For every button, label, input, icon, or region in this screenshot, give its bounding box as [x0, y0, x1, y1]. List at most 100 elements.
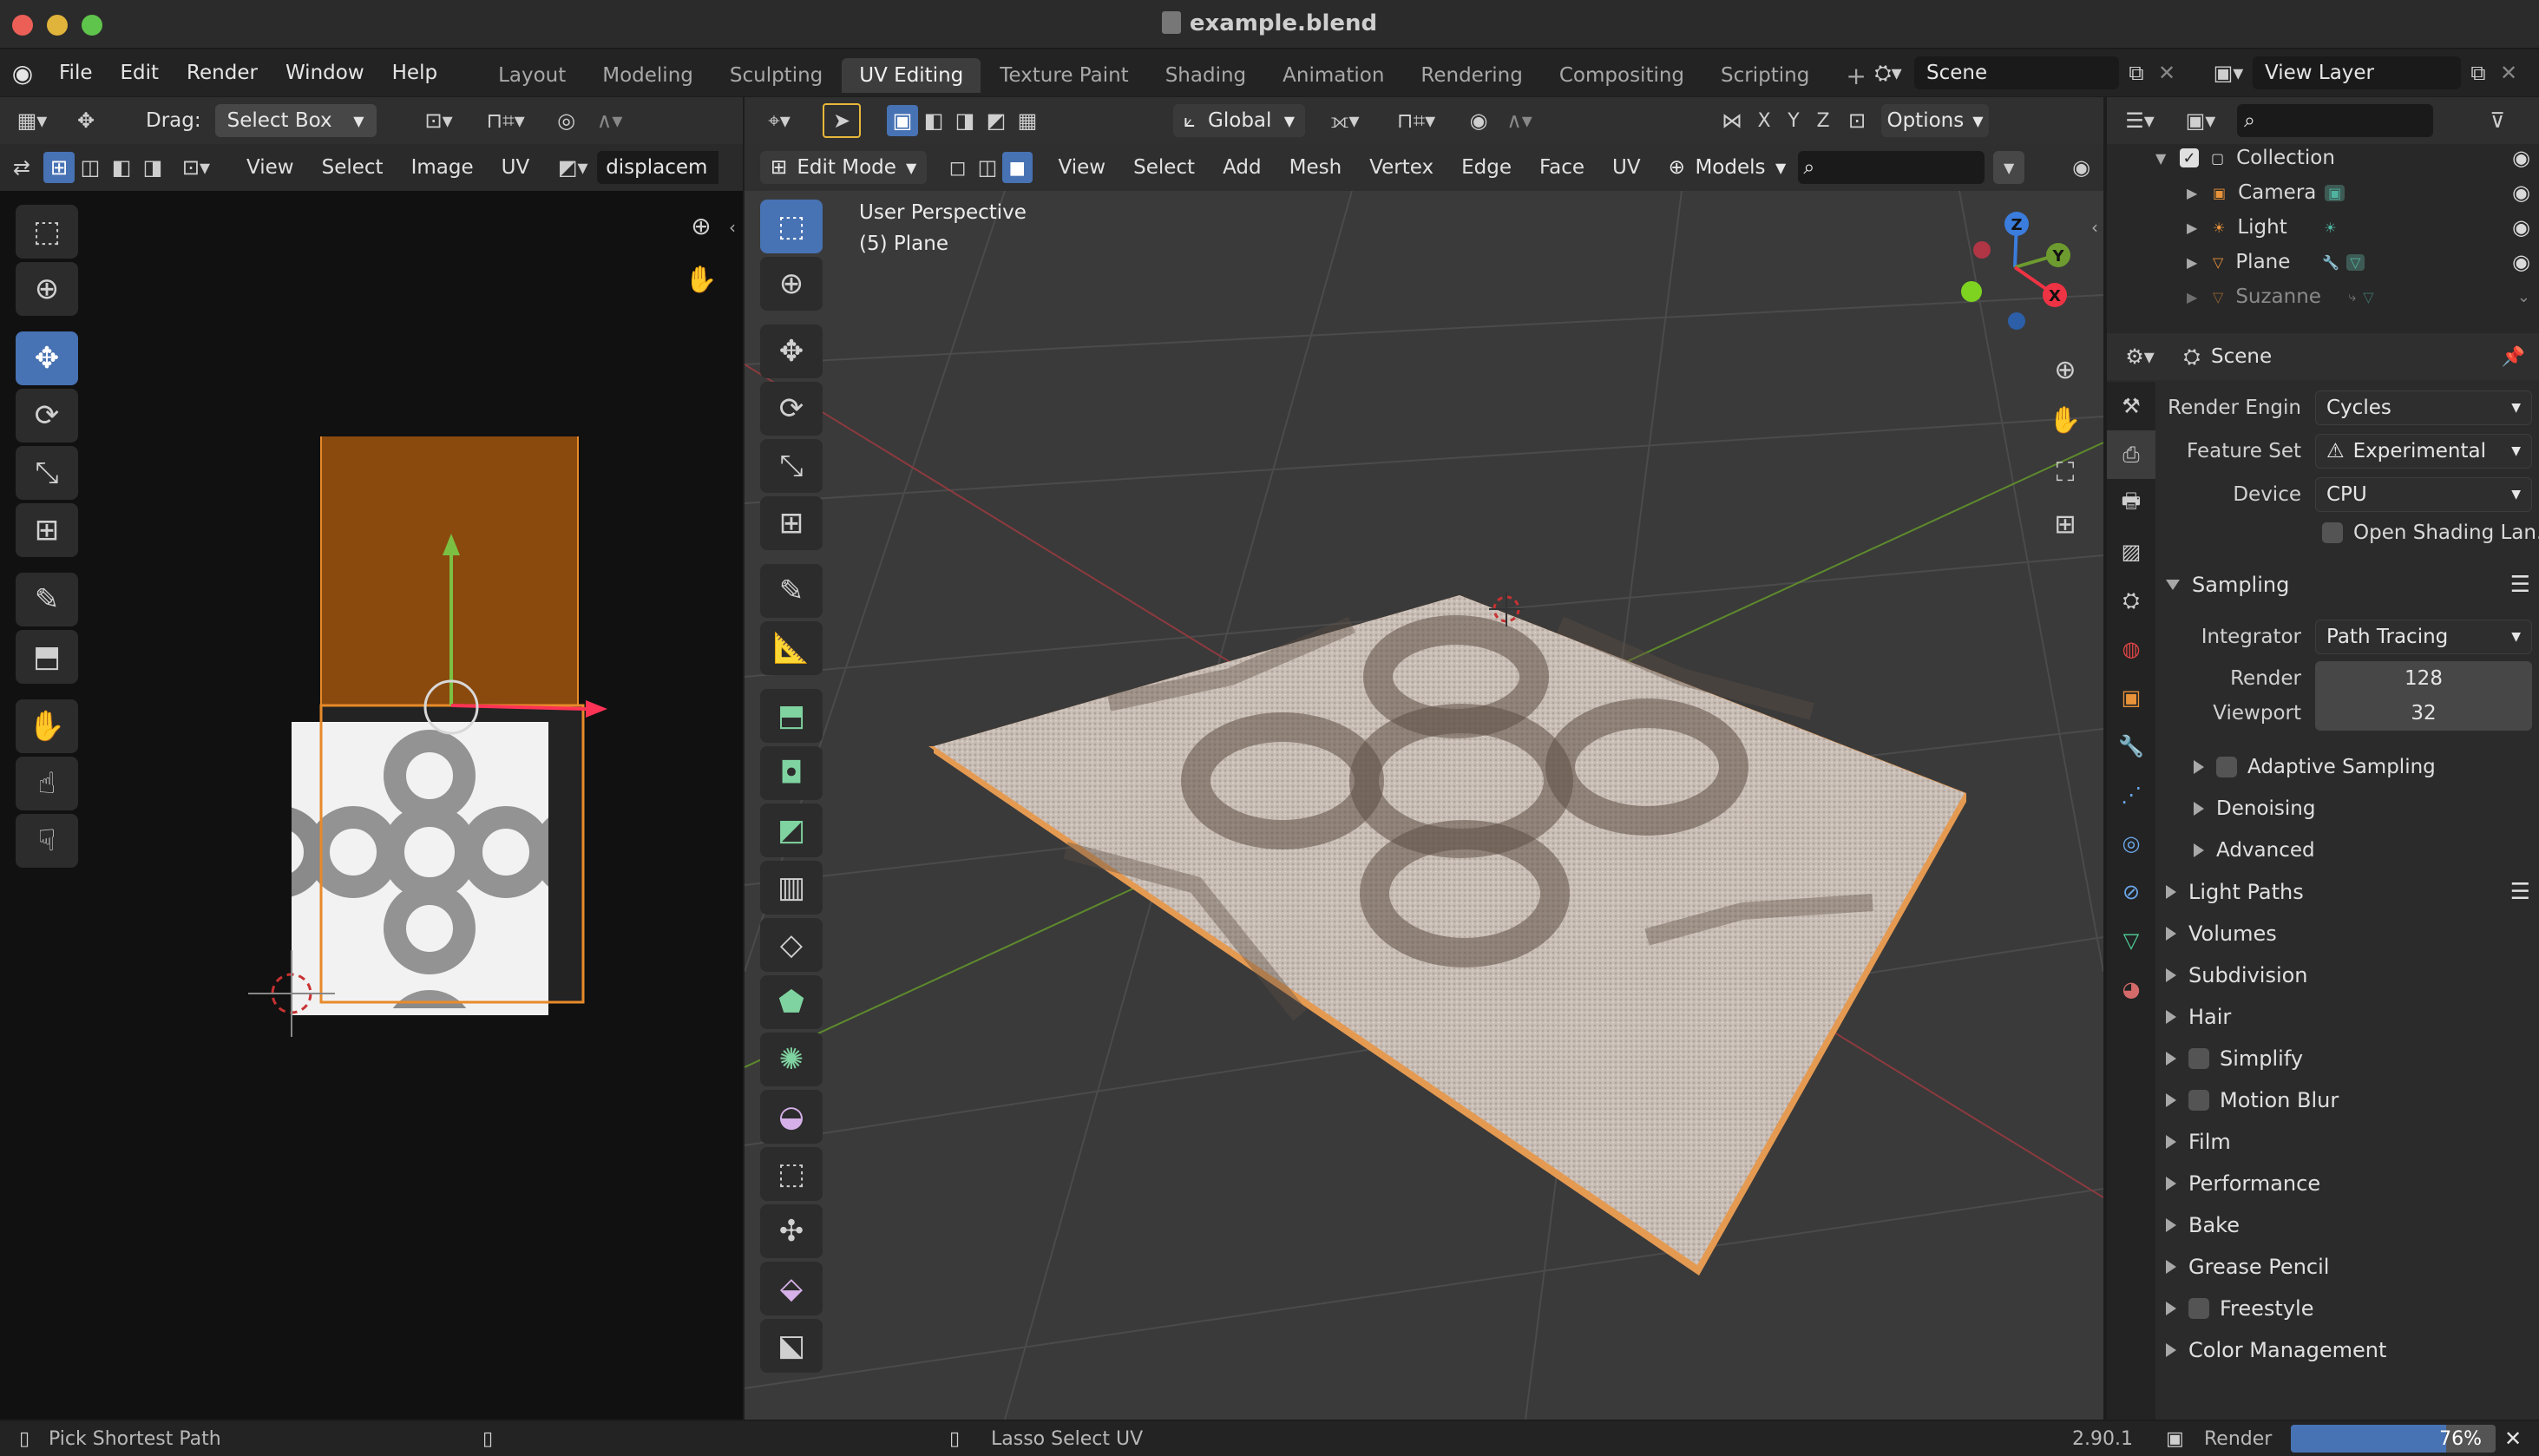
- outliner-search-input[interactable]: ⌕: [2237, 104, 2433, 137]
- viewport-cursor-tool-icon[interactable]: ⊕: [760, 257, 823, 311]
- adaptive-sampling-subpanel[interactable]: Adaptive Sampling: [2194, 748, 2436, 786]
- world-tab-icon[interactable]: ◍: [2107, 625, 2155, 673]
- uv-menu-view[interactable]: View: [233, 156, 308, 179]
- edge-select-mode-icon[interactable]: ◫: [75, 155, 106, 180]
- output-tab-icon[interactable]: 🖶: [2107, 479, 2155, 528]
- viewport-editor-type-icon[interactable]: ⌖▾: [745, 108, 814, 133]
- select-invert-icon[interactable]: ◩: [981, 108, 1012, 133]
- viewport-menu-select[interactable]: Select: [1119, 156, 1209, 179]
- display-mode-icon[interactable]: ▣▾: [2173, 108, 2228, 133]
- viewport-zoom-icon[interactable]: ⊕: [2044, 349, 2086, 390]
- viewport-falloff-icon[interactable]: ∧▾: [1498, 108, 1541, 133]
- tab-rendering[interactable]: Rendering: [1403, 58, 1539, 93]
- image-browse-icon[interactable]: ◩▾: [548, 155, 597, 180]
- viewport-snap-icon[interactable]: ⊓⌗▾: [1373, 108, 1460, 133]
- spin-tool-icon[interactable]: ✺: [760, 1033, 823, 1086]
- viewport-dropdown-icon[interactable]: ▼: [1993, 151, 2025, 184]
- island-select-mode-icon[interactable]: ◨: [137, 155, 168, 180]
- tab-texture-paint[interactable]: Texture Paint: [982, 58, 1145, 93]
- tab-compositing[interactable]: Compositing: [1542, 58, 1702, 93]
- volumes-panel[interactable]: Volumes: [2166, 915, 2277, 953]
- viewport-menu-uv[interactable]: UV: [1598, 156, 1655, 179]
- shear-tool-icon[interactable]: ⬙: [760, 1262, 823, 1315]
- options-dropdown[interactable]: Options ▼: [1881, 104, 1989, 137]
- rip-tool-icon[interactable]: ⬕: [760, 1319, 823, 1373]
- viewport-pan-icon[interactable]: ✋: [2044, 399, 2086, 441]
- hair-panel[interactable]: Hair: [2166, 998, 2231, 1036]
- list-presets-icon[interactable]: ☰: [2510, 879, 2530, 905]
- filter-icon[interactable]: ⊽: [2471, 108, 2523, 133]
- viewport-samples-field[interactable]: 32: [2315, 696, 2532, 731]
- eye-icon[interactable]: ◉: [2512, 180, 2530, 205]
- tab-layout[interactable]: Layout: [481, 58, 583, 93]
- grease-pencil-panel[interactable]: Grease Pencil: [2166, 1248, 2329, 1286]
- uv-face-outline[interactable]: [319, 704, 585, 1004]
- delete-scene-icon[interactable]: ✕: [2154, 61, 2180, 85]
- view-layer-tab-icon[interactable]: ▨: [2107, 528, 2155, 576]
- scene-name-field[interactable]: Scene: [1914, 56, 2119, 89]
- mode-dropdown[interactable]: ⊞ Edit Mode ▼: [760, 151, 928, 184]
- feature-set-dropdown[interactable]: ⚠ Experimental ▼: [2315, 434, 2532, 469]
- uv-menu-uv[interactable]: UV: [488, 156, 544, 179]
- subdivision-panel[interactable]: Subdivision: [2166, 956, 2308, 994]
- motion-blur-checkbox[interactable]: [2188, 1090, 2209, 1111]
- menu-window[interactable]: Window: [272, 49, 378, 96]
- expand-triangle-icon[interactable]: ▶: [2187, 254, 2213, 271]
- open-shading-checkbox[interactable]: [2322, 522, 2343, 543]
- checkbox-icon[interactable]: ✓: [2180, 148, 2199, 167]
- collapse-triangle-icon[interactable]: ▼: [2155, 150, 2180, 167]
- inset-tool-icon[interactable]: ◘: [760, 746, 823, 800]
- data-tab-icon[interactable]: ▽: [2107, 916, 2155, 965]
- pivot-point-icon[interactable]: ⟗▾: [1317, 108, 1373, 133]
- eye-icon[interactable]: ◉: [2512, 146, 2530, 170]
- freestyle-checkbox[interactable]: [2188, 1298, 2209, 1319]
- modifier-tab-icon[interactable]: 🔧: [2107, 722, 2155, 771]
- new-view-layer-icon[interactable]: ⧉: [2461, 61, 2496, 85]
- device-dropdown[interactable]: CPU ▼: [2315, 477, 2532, 512]
- mirror-y-toggle[interactable]: Y: [1779, 110, 1808, 132]
- outliner-row-camera[interactable]: ▶ ▣ Camera ▣ ◉: [2107, 175, 2539, 210]
- image-name-field[interactable]: displacem: [597, 151, 719, 184]
- adaptive-sampling-checkbox[interactable]: [2216, 757, 2237, 777]
- select-subtract-icon[interactable]: ◨: [949, 108, 981, 133]
- viewport-scale-tool-icon[interactable]: ⤡: [760, 439, 823, 493]
- snap-icon[interactable]: ⊓⌗▾: [467, 108, 545, 133]
- simplify-checkbox[interactable]: [2188, 1048, 2209, 1069]
- menu-render[interactable]: Render: [173, 49, 272, 96]
- face-mode-icon[interactable]: ◼: [1002, 152, 1033, 183]
- open-shading-row[interactable]: Open Shading Lan...: [2322, 514, 2539, 552]
- viewport-proportional-icon[interactable]: ◉: [1460, 108, 1498, 133]
- viewport-menu-view[interactable]: View: [1045, 156, 1120, 179]
- advanced-subpanel[interactable]: Advanced: [2194, 831, 2315, 869]
- tab-modeling[interactable]: Modeling: [585, 58, 711, 93]
- asset-library-dropdown[interactable]: ⊕ Models ▼: [1659, 151, 1795, 184]
- sampling-panel-header[interactable]: Sampling ☰: [2166, 566, 2530, 604]
- transform-orientation-dropdown[interactable]: ⟀ Global ▼: [1173, 104, 1305, 137]
- eye-icon[interactable]: ◉: [2512, 215, 2530, 239]
- tab-scripting[interactable]: Scripting: [1703, 58, 1827, 93]
- physics-tab-icon[interactable]: ◎: [2107, 819, 2155, 868]
- gizmo-neg-z-icon[interactable]: [2008, 312, 2025, 330]
- mirror-icon[interactable]: ⋈: [1715, 108, 1749, 133]
- pin-icon[interactable]: 📌: [2502, 346, 2525, 368]
- viewport-menu-mesh[interactable]: Mesh: [1276, 156, 1356, 179]
- smooth-tool-icon[interactable]: ◒: [760, 1090, 823, 1144]
- uv-menu-image[interactable]: Image: [397, 156, 488, 179]
- navigation-gizmo[interactable]: Z Y X: [1952, 205, 2083, 335]
- tab-sculpting[interactable]: Sculpting: [712, 58, 840, 93]
- tool-tab-icon[interactable]: ⚒: [2107, 382, 2155, 430]
- tab-shading[interactable]: Shading: [1148, 58, 1263, 93]
- gizmo-x-arrow-icon[interactable]: [586, 700, 607, 718]
- perspective-toggle-icon[interactable]: ⊞: [2044, 503, 2086, 545]
- view-layer-icon[interactable]: ▣▾: [2204, 61, 2253, 85]
- auto-merge-icon[interactable]: ⊡: [1838, 108, 1876, 133]
- knife-tool-icon[interactable]: ◇: [760, 918, 823, 972]
- uv-sidebar-toggle-icon[interactable]: ‹: [724, 215, 741, 239]
- render-samples-field[interactable]: 128: [2315, 661, 2532, 696]
- mirror-x-toggle[interactable]: X: [1749, 110, 1779, 132]
- properties-editor-type-icon[interactable]: ⚙▾: [2107, 344, 2173, 369]
- drag-select-dropdown[interactable]: Select Box ▼: [214, 104, 377, 137]
- viewport-transform-tool-icon[interactable]: ⊞: [760, 496, 823, 550]
- motion-blur-panel[interactable]: Motion Blur: [2166, 1081, 2339, 1119]
- eye-icon[interactable]: ◉: [2512, 250, 2530, 274]
